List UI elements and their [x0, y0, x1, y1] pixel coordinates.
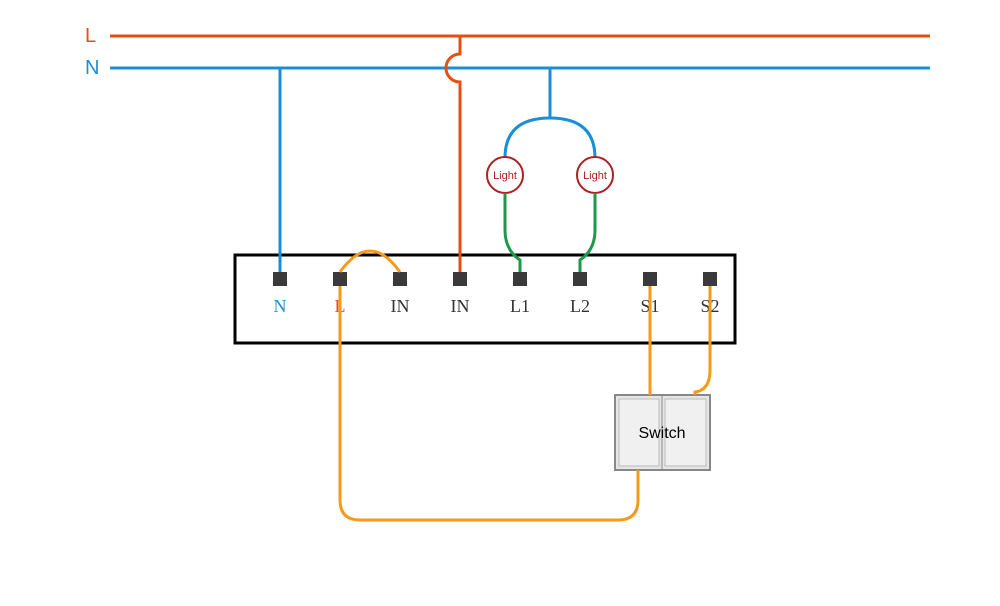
terminal-l1-pad: [513, 272, 527, 286]
terminal-l-pad: [333, 272, 347, 286]
wire-n-branch-left: [505, 118, 550, 158]
terminal-l2-label: L2: [570, 296, 590, 316]
terminals-group: [273, 272, 717, 286]
wire-in2-to-l: [446, 36, 460, 272]
wire-light2-to-l2: [580, 193, 595, 272]
light-2-label: Light: [583, 170, 607, 182]
switch-label: Switch: [638, 425, 685, 442]
light-1-label: Light: [493, 170, 517, 182]
module-box: [235, 255, 735, 343]
n-line-label: N: [85, 57, 99, 79]
terminal-l2-pad: [573, 272, 587, 286]
terminal-in1-pad: [393, 272, 407, 286]
l-line-label: L: [85, 25, 96, 47]
terminal-n-label: N: [274, 296, 287, 316]
terminal-in1-label: IN: [391, 296, 410, 316]
terminal-in2-pad: [453, 272, 467, 286]
terminal-l1-label: L1: [510, 296, 530, 316]
terminal-s1-pad: [643, 272, 657, 286]
terminal-n-pad: [273, 272, 287, 286]
wire-light1-to-l1: [505, 193, 520, 272]
wire-l-to-switch: [340, 286, 638, 520]
terminal-in2-label: IN: [451, 296, 470, 316]
terminal-s2-pad: [703, 272, 717, 286]
wire-n-branch-right: [550, 118, 595, 158]
wiring-diagram: L N N L IN IN L1 L2 S1 S2 Light Light: [0, 0, 1000, 606]
